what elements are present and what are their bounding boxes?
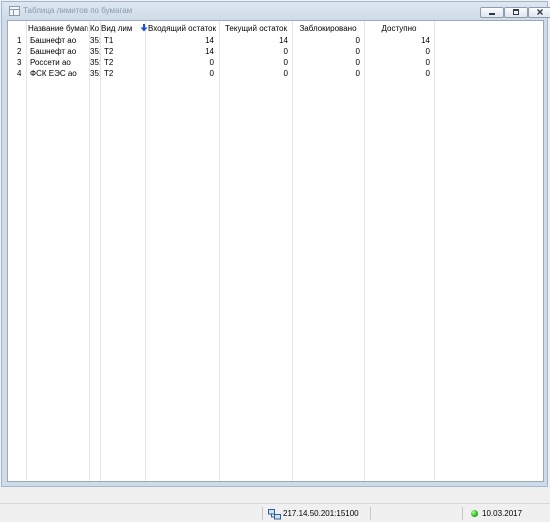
column-divider: [219, 21, 220, 481]
row-number: 3: [17, 58, 22, 67]
row-number: 2: [17, 47, 22, 56]
status-separator: [462, 507, 463, 520]
column-divider: [364, 21, 365, 481]
column-divider: [145, 21, 146, 481]
available-amount: 0: [425, 69, 430, 78]
column-header-current-balance[interactable]: Текущий остаток: [220, 23, 292, 34]
column-header-code[interactable]: Ко: [90, 23, 100, 34]
blocked-amount: 0: [355, 69, 360, 78]
security-code: 35:: [90, 69, 100, 78]
row-number: 1: [17, 36, 22, 45]
app-table-icon: [9, 6, 20, 16]
limit-type: T1: [104, 36, 114, 45]
limits-window: Таблица лимитов по бумагам Название бума…: [1, 1, 550, 487]
column-divider: [89, 21, 90, 481]
row-number: 4: [17, 69, 22, 78]
column-divider: [100, 21, 101, 481]
limit-type: T2: [104, 47, 114, 56]
limits-table[interactable]: Название бумаги Ко Вид лим Входящий оста…: [7, 20, 544, 482]
current-balance: 14: [279, 36, 288, 45]
column-header-blocked[interactable]: Заблокировано: [293, 23, 363, 34]
minimize-button[interactable]: [480, 7, 504, 18]
blocked-amount: 0: [355, 36, 360, 45]
column-header-name[interactable]: Название бумаги: [28, 23, 88, 34]
minimize-icon: [489, 13, 495, 15]
security-name: Башнефт ао: [30, 47, 77, 56]
maximize-icon: [513, 9, 519, 15]
current-balance: 0: [283, 47, 288, 56]
limit-type: T2: [104, 58, 114, 67]
available-amount: 0: [425, 47, 430, 56]
available-amount: 14: [421, 36, 430, 45]
column-header-available[interactable]: Доступно: [365, 23, 433, 34]
incoming-balance: 14: [205, 47, 214, 56]
security-name: Башнефт ао: [30, 36, 77, 45]
current-balance: 0: [283, 69, 288, 78]
connection-status-icon: [471, 510, 478, 517]
column-divider: [292, 21, 293, 481]
incoming-balance: 0: [209, 69, 214, 78]
column-header-incoming-balance[interactable]: Входящий остаток: [146, 23, 218, 34]
incoming-balance: 0: [209, 58, 214, 67]
network-icon: [268, 509, 281, 520]
blocked-amount: 0: [355, 58, 360, 67]
close-icon: [537, 9, 543, 15]
maximize-button[interactable]: [504, 7, 528, 18]
limit-type: T2: [104, 69, 114, 78]
column-divider: [434, 21, 435, 481]
column-header-limit-type[interactable]: Вид лим: [101, 23, 139, 34]
status-date: 10.03.2017: [482, 509, 523, 518]
current-balance: 0: [283, 58, 288, 67]
security-name: ФСК ЕЭС ао: [30, 69, 77, 78]
incoming-balance: 14: [205, 36, 214, 45]
close-button[interactable]: [528, 7, 550, 18]
status-separator: [370, 507, 371, 520]
server-address: 217.14.50.201:15100: [283, 509, 359, 518]
security-code: 35:: [90, 58, 100, 67]
status-separator: [262, 507, 263, 520]
column-divider: [26, 21, 27, 481]
security-code: 35:: [90, 47, 100, 56]
available-amount: 0: [425, 58, 430, 67]
window-title: Таблица лимитов по бумагам: [23, 6, 133, 15]
status-bar: 217.14.50.201:15100 10.03.2017: [0, 503, 550, 522]
window-titlebar[interactable]: Таблица лимитов по бумагам: [2, 2, 550, 20]
security-name: Россети ао: [30, 58, 71, 67]
blocked-amount: 0: [355, 47, 360, 56]
security-code: 35:: [90, 36, 100, 45]
